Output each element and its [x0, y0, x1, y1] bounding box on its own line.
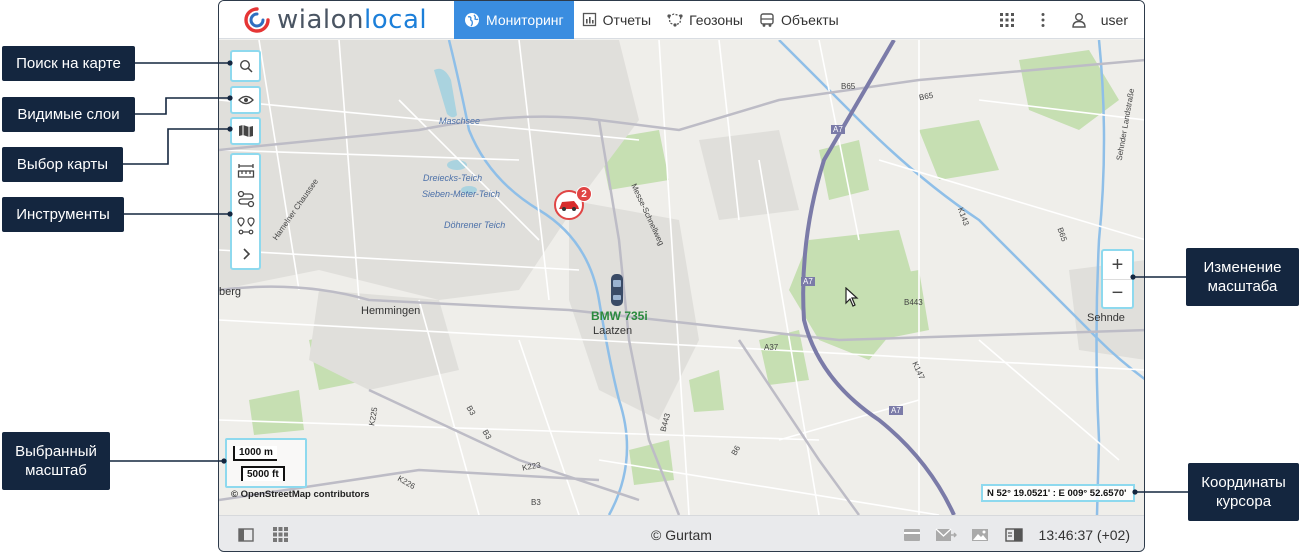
- top-right-controls: user: [989, 1, 1144, 39]
- visible-layers-button[interactable]: [230, 86, 261, 114]
- scale-imperial: 5000 ft: [241, 466, 285, 481]
- toggle-panel-button[interactable]: [229, 516, 263, 552]
- image-icon: [971, 528, 988, 541]
- apps-grid-icon: [999, 12, 1014, 27]
- callout-search: Поиск на карте: [2, 46, 135, 81]
- road-label: B3: [531, 498, 541, 507]
- unit-name-label: BMW 735i: [591, 309, 648, 323]
- grid-icon: [272, 527, 288, 542]
- routing-points-tool[interactable]: [232, 213, 259, 241]
- callout-map-select: Выбор карты: [2, 147, 123, 182]
- footer-bar: © Gurtam 13:46:37 (+02): [219, 515, 1144, 552]
- water-label: Dreiecks-Teich: [423, 173, 483, 183]
- water-label: Sieben-Meter-Teich: [422, 189, 501, 199]
- card-icon: [903, 528, 920, 541]
- messages-button[interactable]: [929, 516, 963, 552]
- bus-icon: [760, 12, 774, 27]
- split-screen-icon: [1004, 527, 1023, 542]
- road-label: A7: [831, 125, 845, 134]
- toggle-grid-button[interactable]: [263, 516, 297, 552]
- pins-route-icon: [236, 217, 255, 235]
- tools-panel: [230, 153, 261, 270]
- map-attribution: © OpenStreetMap contributors: [231, 489, 370, 500]
- chevron-right-icon: [242, 248, 250, 260]
- scale-metric: 1000 m: [233, 446, 277, 461]
- water-label: Döhrener Teich: [444, 220, 506, 230]
- place-label: Laatzen: [593, 325, 633, 337]
- road-label: A7: [889, 406, 903, 415]
- unit-car-icon[interactable]: [609, 273, 625, 307]
- tab-geofences[interactable]: Геозоны: [659, 1, 751, 39]
- road-label: B443: [904, 298, 923, 307]
- user-button[interactable]: [1061, 1, 1097, 39]
- tab-monitoring[interactable]: Мониторинг: [454, 1, 574, 39]
- panel-left-icon: [238, 527, 254, 542]
- gallery-button[interactable]: [963, 516, 997, 552]
- zoom-out-button[interactable]: −: [1103, 279, 1132, 307]
- callout-zoom: Изменение масштаба: [1186, 248, 1299, 306]
- more-tools-button[interactable]: [232, 240, 259, 268]
- video-button[interactable]: [997, 516, 1031, 552]
- map-scale: 1000 m 5000 ft: [225, 438, 307, 488]
- place-label: berg: [219, 286, 242, 298]
- time-display: 13:46:37 (+02): [1038, 526, 1130, 543]
- cluster-count-badge: 2: [576, 186, 592, 202]
- apps-grid-button[interactable]: [989, 1, 1025, 39]
- tab-label: Объекты: [780, 11, 839, 28]
- road-label: B65: [841, 82, 856, 91]
- place-label: Hemmingen: [361, 305, 421, 317]
- more-menu-button[interactable]: [1025, 1, 1061, 39]
- cursor-coordinates: N 52° 19.0521' : E 009° 52.6570': [981, 484, 1135, 502]
- user-name[interactable]: user: [1097, 12, 1144, 28]
- callout-layers: Видимые слои: [2, 97, 135, 132]
- zoom-control: + −: [1101, 249, 1134, 309]
- route-tool[interactable]: [232, 185, 259, 213]
- callout-tools: Инструменты: [2, 197, 124, 232]
- tab-label: Мониторинг: [486, 11, 564, 28]
- road-label: A37: [764, 343, 779, 352]
- unit-cluster-marker[interactable]: 2: [554, 186, 592, 220]
- map-area[interactable]: Hemmingen Laatzen Sehnde berg Maschsee D…: [219, 40, 1144, 515]
- logo-text: wialonlocal: [277, 4, 428, 35]
- car-icon: [559, 201, 579, 211]
- map-icon: [238, 125, 253, 137]
- tab-reports[interactable]: Отчеты: [574, 1, 659, 39]
- water-label: Maschsee: [439, 116, 481, 126]
- measure-distance-tool[interactable]: [232, 157, 259, 185]
- notifications-button[interactable]: [895, 516, 929, 552]
- search-icon: [239, 59, 253, 73]
- search-on-map-button[interactable]: [230, 50, 261, 82]
- geofence-icon: [667, 13, 683, 27]
- tab-units[interactable]: Объекты: [751, 1, 847, 39]
- logo: wialonlocal: [219, 1, 454, 39]
- map-select-button[interactable]: [230, 117, 261, 145]
- mouse-cursor-icon: [845, 287, 859, 307]
- tab-label: Отчеты: [602, 11, 652, 28]
- callout-coords: Координаты курсора: [1188, 463, 1299, 521]
- more-vertical-icon: [1041, 12, 1045, 27]
- callout-scale: Выбранный масштаб: [2, 432, 110, 490]
- wialon-logo-icon: [244, 6, 270, 33]
- app-window: wialonlocal Мониторинг Отчеты Геозоны Об…: [218, 0, 1145, 552]
- road-label: A7: [801, 277, 815, 286]
- top-bar: wialonlocal Мониторинг Отчеты Геозоны Об…: [219, 1, 1144, 39]
- report-icon: [582, 12, 596, 27]
- route-icon: [237, 190, 254, 207]
- map-canvas: [219, 40, 1144, 515]
- zoom-in-button[interactable]: +: [1103, 251, 1132, 279]
- eye-icon: [237, 95, 254, 105]
- tab-label: Геозоны: [689, 11, 743, 28]
- globe-icon: [465, 12, 479, 27]
- mail-send-icon: [935, 528, 957, 541]
- user-icon: [1072, 12, 1086, 28]
- ruler-icon: [237, 163, 254, 178]
- place-label: Sehnde: [1087, 312, 1125, 324]
